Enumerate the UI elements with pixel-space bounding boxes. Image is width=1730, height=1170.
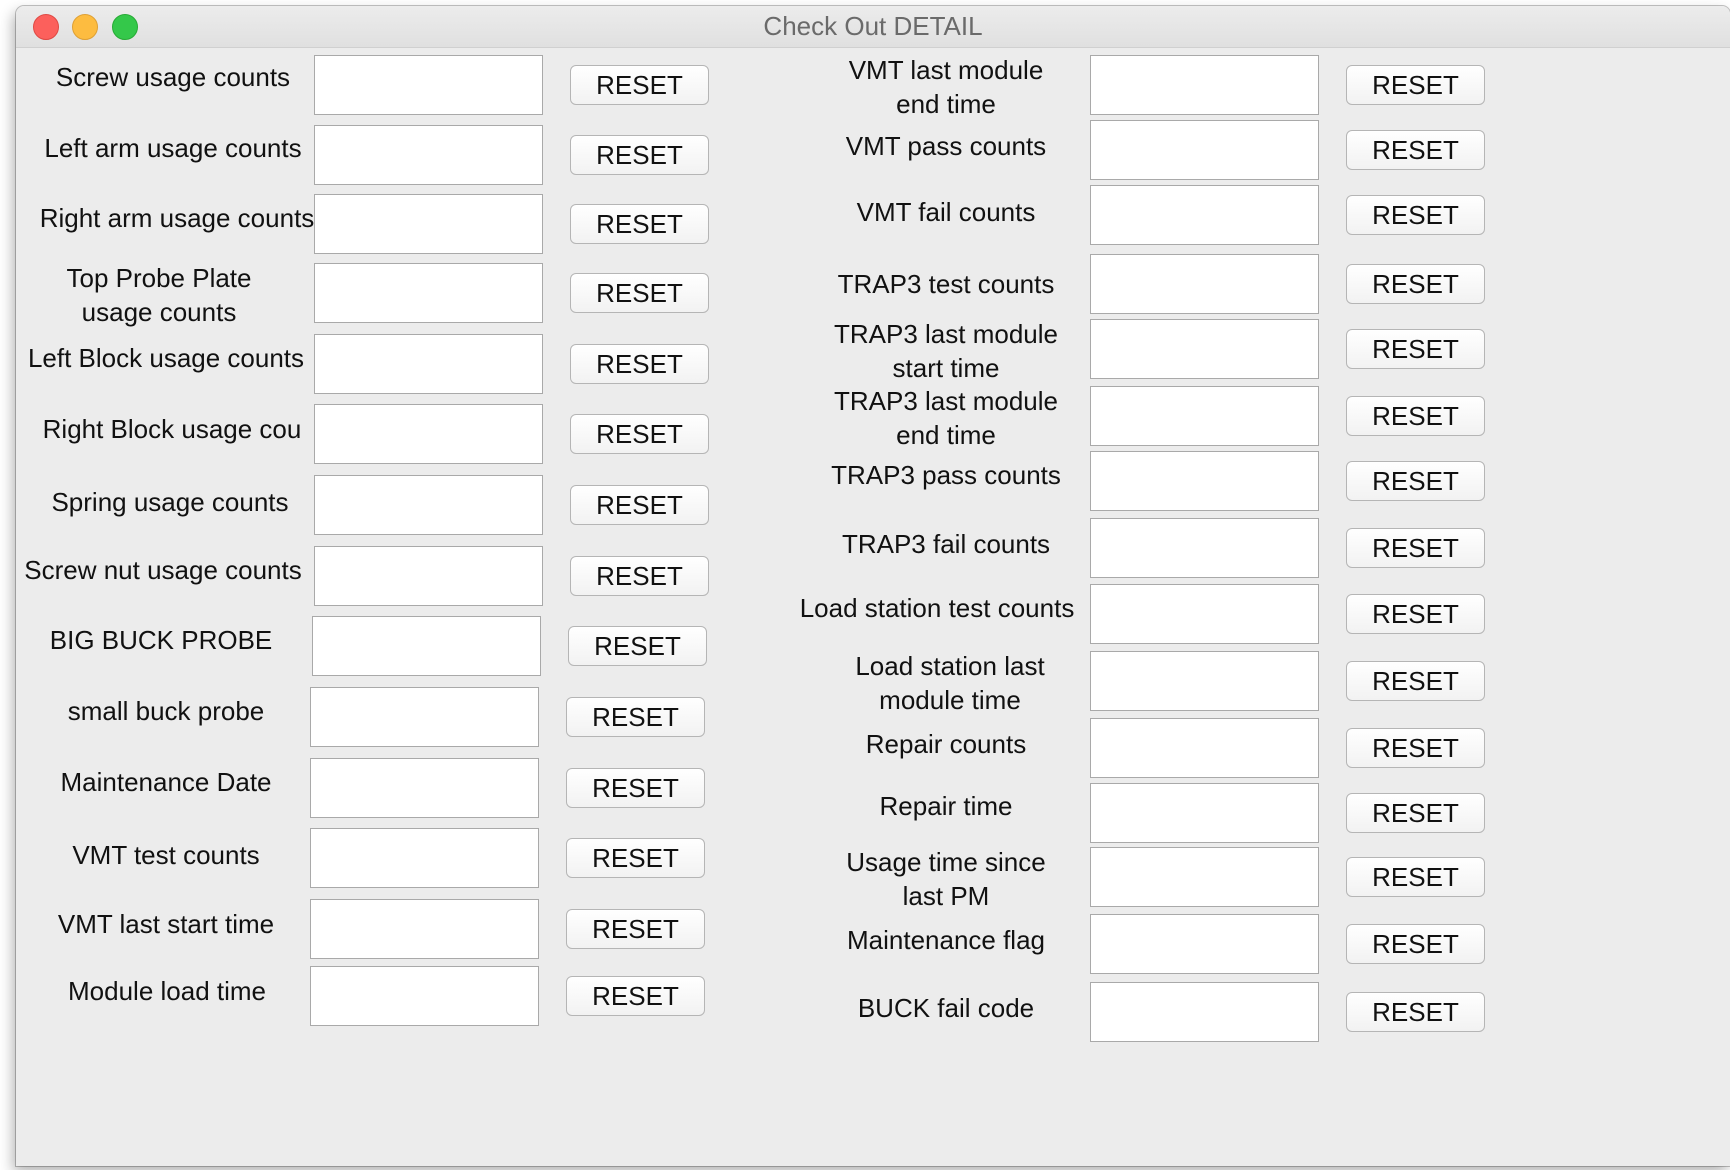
title-bar[interactable]: Check Out DETAIL [16,6,1730,48]
reset-button[interactable]: RESET [566,697,705,737]
value-field[interactable] [310,828,539,888]
value-field[interactable] [310,899,539,959]
field-label: Top Probe Plate usage counts [66,263,252,327]
value-field[interactable] [314,546,543,606]
field-label: BIG BUCK PROBE [49,625,273,655]
value-field[interactable] [1090,718,1319,778]
reset-button[interactable]: RESET [570,344,709,384]
value-field[interactable] [1090,651,1319,711]
field-label: Repair counts [865,729,1027,759]
check-out-detail-window: Check Out DETAIL Screw usage counts RESET… [16,6,1730,1166]
reset-button[interactable]: RESET [1346,594,1485,634]
value-field[interactable] [1090,120,1319,180]
reset-button[interactable]: RESET [1346,195,1485,235]
value-field[interactable] [314,263,543,323]
field-label: Repair time [879,791,1013,821]
reset-button[interactable]: RESET [1346,728,1485,768]
reset-button[interactable]: RESET [1346,65,1485,105]
window-title: Check Out DETAIL [763,11,983,41]
value-field[interactable] [1090,914,1319,974]
field-label: VMT fail counts [856,197,1036,227]
field-label: Load station test counts [799,593,1075,623]
field-label: TRAP3 fail counts [841,529,1051,559]
value-field[interactable] [310,758,539,818]
reset-button[interactable]: RESET [1346,793,1485,833]
value-field[interactable] [1090,982,1319,1042]
reset-button[interactable]: RESET [1346,857,1485,897]
field-label: Spring usage counts [51,487,289,517]
value-field[interactable] [1090,55,1319,115]
field-label: VMT pass counts [845,131,1047,161]
value-field[interactable] [314,334,543,394]
reset-button[interactable]: RESET [570,556,709,596]
value-field[interactable] [312,616,541,676]
field-label: Maintenance flag [846,925,1046,955]
field-label: Usage time since last PM [846,847,1046,911]
reset-button[interactable]: RESET [566,768,705,808]
reset-button[interactable]: RESET [1346,528,1485,568]
reset-button[interactable]: RESET [566,838,705,878]
value-field[interactable] [314,125,543,185]
reset-button[interactable]: RESET [1346,924,1485,964]
field-label: Module load time [68,976,266,1006]
field-label: TRAP3 pass counts [831,460,1061,490]
value-field[interactable] [1090,451,1319,511]
reset-button[interactable]: RESET [566,909,705,949]
field-label: Load station last module time [855,651,1045,715]
reset-button[interactable]: RESET [1346,130,1485,170]
field-label: BUCK fail code [857,993,1035,1023]
value-field[interactable] [1090,319,1319,379]
reset-button[interactable]: RESET [570,135,709,175]
value-field[interactable] [314,404,543,464]
reset-button[interactable]: RESET [570,204,709,244]
value-field[interactable] [1090,185,1319,245]
field-label: Right arm usage counts [39,203,315,233]
reset-button[interactable]: RESET [1346,992,1485,1032]
field-label: TRAP3 last module start time [834,319,1058,383]
value-field[interactable] [310,687,539,747]
field-label: TRAP3 test counts [837,269,1055,299]
reset-button[interactable]: RESET [1346,396,1485,436]
reset-button[interactable]: RESET [1346,661,1485,701]
reset-button[interactable]: RESET [570,65,709,105]
reset-button[interactable]: RESET [570,414,709,454]
field-label: Left arm usage counts [44,133,302,163]
reset-button[interactable]: RESET [1346,264,1485,304]
reset-button[interactable]: RESET [568,626,707,666]
reset-button[interactable]: RESET [1346,329,1485,369]
value-field[interactable] [1090,847,1319,907]
field-label: VMT last start time [57,909,275,939]
field-label: small buck probe [67,696,265,726]
value-field[interactable] [314,475,543,535]
field-label: VMT test counts [72,840,260,870]
field-label: Screw nut usage counts [24,555,302,585]
value-field[interactable] [314,194,543,254]
value-field[interactable] [1090,386,1319,446]
value-field[interactable] [310,966,539,1026]
field-label: Right Block usage cou [42,414,302,444]
field-label: Maintenance Date [60,767,272,797]
field-label: VMT last module end time [848,55,1044,119]
reset-button[interactable]: RESET [570,273,709,313]
value-field[interactable] [1090,584,1319,644]
field-label: Screw usage counts [55,62,291,92]
value-field[interactable] [1090,254,1319,314]
field-label: TRAP3 last module end time [834,386,1058,450]
reset-button[interactable]: RESET [1346,461,1485,501]
reset-button[interactable]: RESET [566,976,705,1016]
value-field[interactable] [1090,783,1319,843]
field-label: Left Block usage counts [27,343,305,373]
value-field[interactable] [1090,518,1319,578]
reset-button[interactable]: RESET [570,485,709,525]
value-field[interactable] [314,55,543,115]
